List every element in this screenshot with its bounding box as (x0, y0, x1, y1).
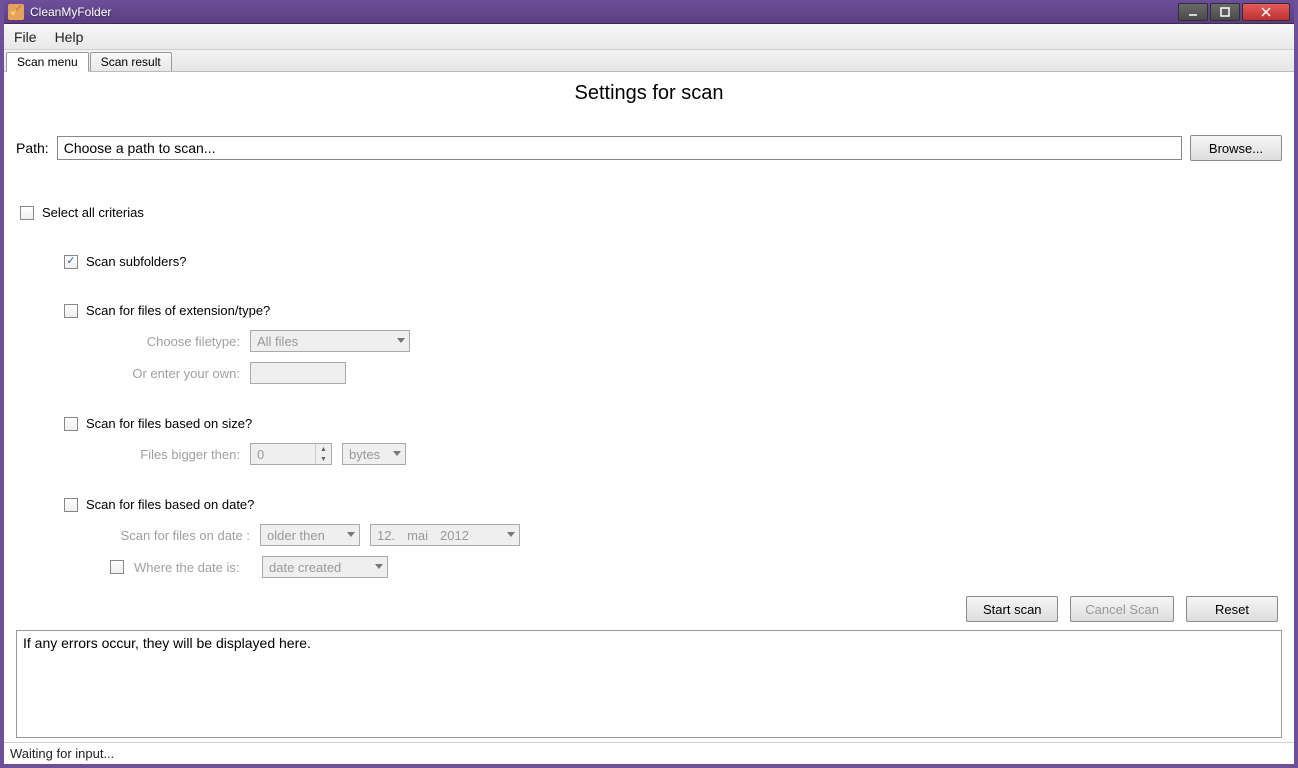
scan-date-row: Scan for files based on date? (64, 497, 1282, 512)
date-picker[interactable]: 12. mai 2012 (370, 524, 520, 546)
path-label: Path: (16, 140, 49, 156)
window-title: CleanMyFolder (30, 5, 1178, 19)
window-controls (1178, 3, 1290, 21)
date-mode-label: Scan for files on date : (110, 528, 250, 543)
criteria-section: Select all criterias Scan subfolders? Sc… (16, 205, 1282, 588)
size-bigger-label: Files bigger then: (110, 447, 240, 462)
maximize-icon (1220, 7, 1230, 17)
error-placeholder: If any errors occur, they will be displa… (23, 635, 311, 651)
scan-size-checkbox[interactable] (64, 417, 78, 431)
statusbar: Waiting for input... (4, 742, 1294, 764)
path-row: Path: Browse... (16, 135, 1282, 161)
menu-file[interactable]: File (14, 29, 37, 45)
minimize-icon (1188, 7, 1198, 17)
status-text: Waiting for input... (10, 746, 114, 761)
size-bigger-row: Files bigger then: 0 ▲▼ bytes (110, 443, 1282, 465)
reset-button[interactable]: Reset (1186, 596, 1278, 622)
app-icon: 🧹 (8, 4, 24, 20)
chevron-down-icon (507, 532, 515, 537)
date-mode-combo[interactable]: older then (260, 524, 360, 546)
scan-subfolders-label: Scan subfolders? (86, 254, 186, 269)
scan-subfolders-checkbox[interactable] (64, 255, 78, 269)
filetype-combo[interactable]: All files (250, 330, 410, 352)
chevron-down-icon (397, 338, 405, 343)
choose-filetype-label: Choose filetype: (110, 334, 240, 349)
select-all-checkbox[interactable] (20, 206, 34, 220)
path-input[interactable] (57, 136, 1182, 160)
date-where-label: Where the date is: (134, 560, 252, 575)
scan-date-checkbox[interactable] (64, 498, 78, 512)
browse-button[interactable]: Browse... (1190, 135, 1282, 161)
maximize-button[interactable] (1210, 3, 1240, 21)
scan-size-row: Scan for files based on size? (64, 416, 1282, 431)
menu-help[interactable]: Help (55, 29, 84, 45)
tab-scan-menu[interactable]: Scan menu (6, 52, 89, 72)
date-where-value: date created (269, 560, 341, 575)
scan-extension-label: Scan for files of extension/type? (86, 303, 270, 318)
error-display[interactable]: If any errors occur, they will be displa… (16, 630, 1282, 738)
content-area: Settings for scan Path: Browse... Select… (4, 72, 1294, 742)
select-all-row: Select all criterias (20, 205, 1282, 220)
select-all-label: Select all criterias (42, 205, 144, 220)
date-day: 12. (377, 528, 395, 543)
menubar: File Help (4, 24, 1294, 50)
scan-date-label: Scan for files based on date? (86, 497, 254, 512)
date-mode-value: older then (267, 528, 325, 543)
scan-subfolders-row: Scan subfolders? (64, 254, 1282, 269)
close-button[interactable] (1242, 3, 1290, 21)
tabstrip: Scan menu Scan result (4, 50, 1294, 72)
own-filetype-label: Or enter your own: (110, 366, 240, 381)
app-window: 🧹 CleanMyFolder File Help Scan menu Scan… (0, 0, 1298, 768)
choose-filetype-row: Choose filetype: All files (110, 330, 1282, 352)
date-where-checkbox[interactable] (110, 560, 124, 574)
action-buttons: Start scan Cancel Scan Reset (16, 596, 1282, 622)
size-unit-value: bytes (349, 447, 380, 462)
cancel-scan-button[interactable]: Cancel Scan (1070, 596, 1174, 622)
chevron-down-icon (375, 564, 383, 569)
size-spin[interactable]: 0 ▲▼ (250, 443, 332, 465)
chevron-down-icon (347, 532, 355, 537)
scan-size-label: Scan for files based on size? (86, 416, 252, 431)
tab-scan-result[interactable]: Scan result (90, 52, 172, 71)
own-filetype-row: Or enter your own: (110, 362, 1282, 384)
scan-extension-row: Scan for files of extension/type? (64, 303, 1282, 318)
own-filetype-input[interactable] (250, 362, 346, 384)
size-unit-combo[interactable]: bytes (342, 443, 406, 465)
date-year: 2012 (440, 528, 469, 543)
tab-label: Scan result (101, 55, 161, 69)
date-where-combo[interactable]: date created (262, 556, 388, 578)
filetype-value: All files (257, 334, 298, 349)
spinner-arrows[interactable]: ▲▼ (315, 444, 331, 464)
close-icon (1261, 7, 1271, 17)
date-mode-row: Scan for files on date : older then 12. … (110, 524, 1282, 546)
minimize-button[interactable] (1178, 3, 1208, 21)
start-scan-button[interactable]: Start scan (966, 596, 1058, 622)
chevron-down-icon (393, 451, 401, 456)
titlebar[interactable]: 🧹 CleanMyFolder (4, 0, 1294, 24)
page-title: Settings for scan (16, 82, 1282, 105)
date-month: mai (407, 528, 428, 543)
date-where-row: Where the date is: date created (110, 556, 1282, 578)
size-value: 0 (257, 447, 264, 462)
tab-label: Scan menu (17, 55, 78, 69)
scan-extension-checkbox[interactable] (64, 304, 78, 318)
